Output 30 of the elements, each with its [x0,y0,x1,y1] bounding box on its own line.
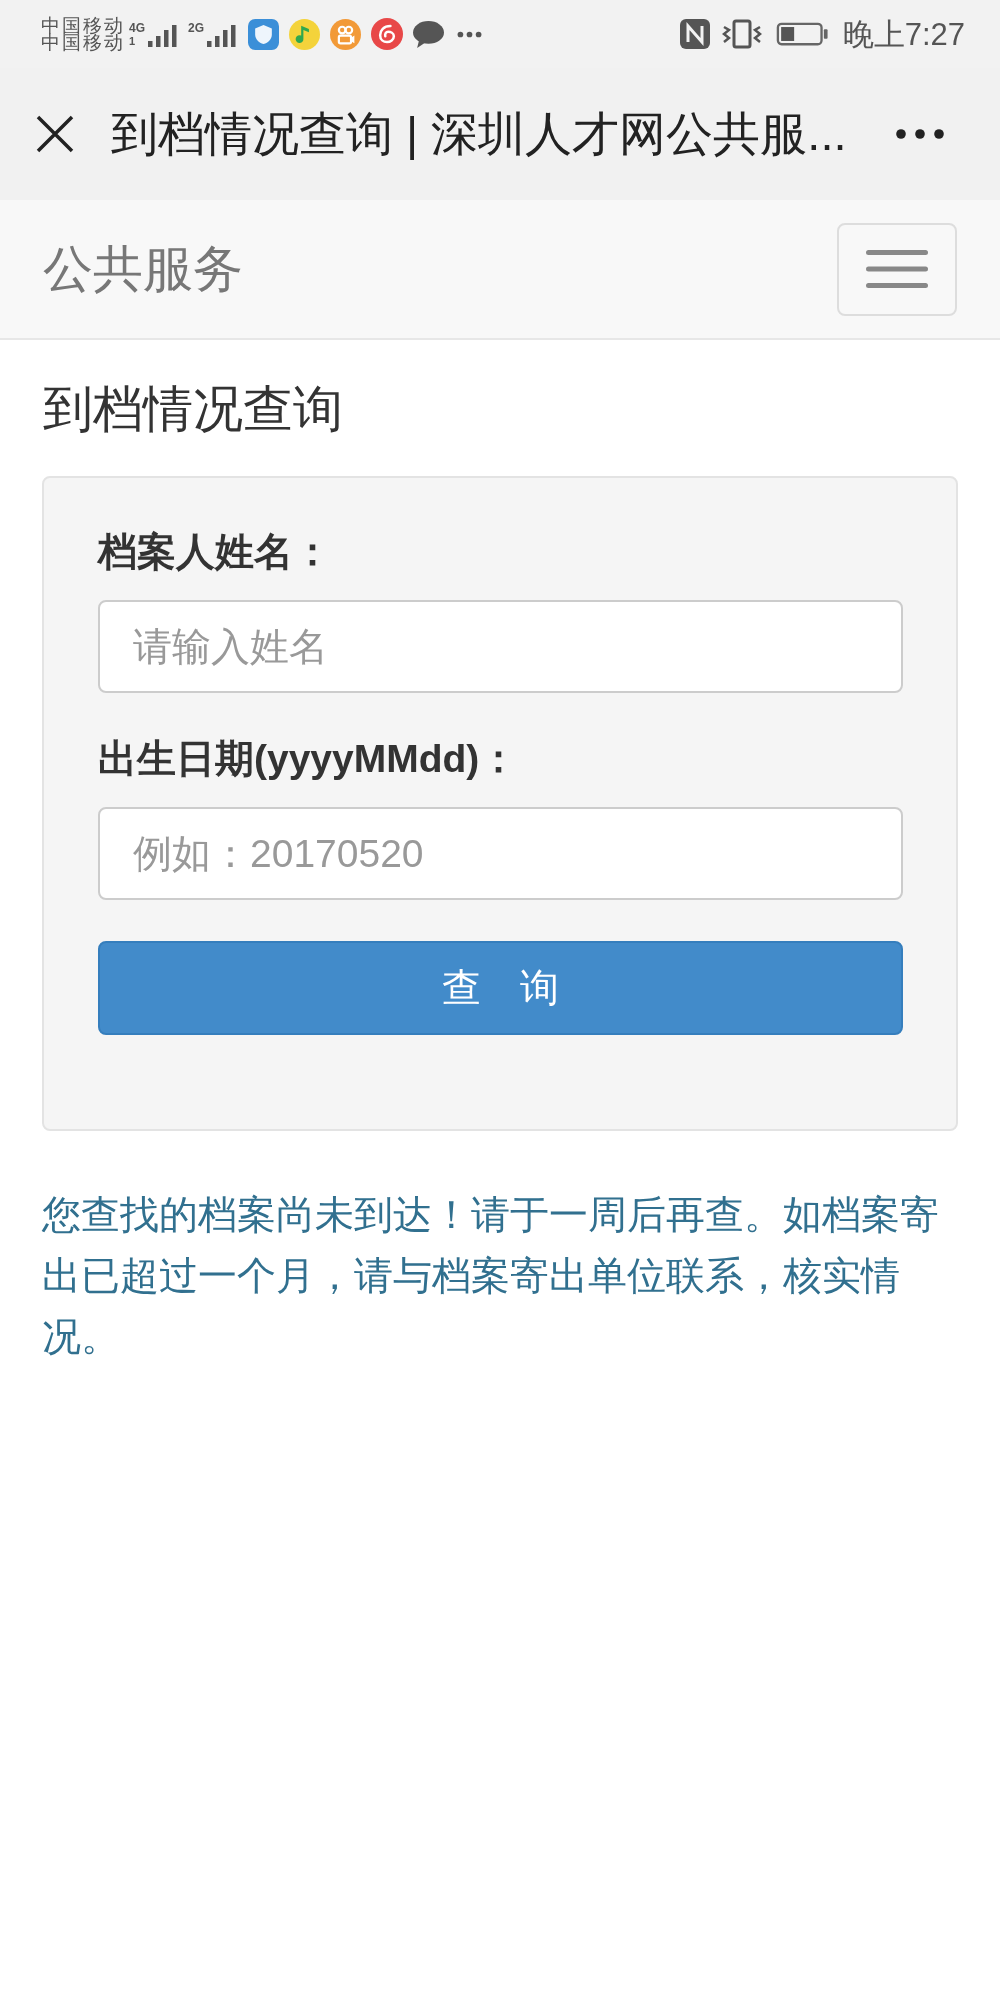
signal-icon [207,24,237,47]
signal-icon [148,24,177,47]
spiral-icon [371,18,404,50]
close-icon [36,115,74,153]
text-input[interactable]: 请输入姓名 [98,600,903,693]
page-heading: 到档情况查询 [43,380,344,439]
sim-number: 1 [129,34,136,47]
query-button[interactable]: 查 询 [98,941,903,1035]
network-type: 4G [129,21,145,35]
shield-icon [248,18,280,50]
carrier-name: 中国移动 [41,17,125,34]
ellipsis-icon [457,30,483,38]
network-type: 2G [188,21,205,35]
menu-button[interactable] [837,222,957,316]
clock-time: 晚上7:27 [842,18,965,50]
text-input[interactable]: 例如：20170520 [98,807,903,900]
carrier-name: 中国移动 [41,34,125,51]
more-icon [896,129,944,139]
menu-icon [866,250,928,288]
vibrate-icon [721,19,762,49]
music-note-icon [289,18,321,50]
result-message: 您查找的档案尚未到达！请于一周后再查。如档案寄出已超过一个月，请与档案寄出单位联系，核实情况。 [42,1192,940,1360]
camera-icon [330,18,362,50]
close-button[interactable] [35,114,75,154]
nfc-icon [679,19,710,49]
field-label: 出生日期(yyyyMMdd)： [98,736,520,782]
chat-bubble-icon [413,20,445,48]
page-title: 到档情况查询 | 深圳人才网公共服... [111,106,847,162]
brand-link[interactable]: 公共服务 [43,239,243,299]
field-label: 档案人姓名： [98,529,333,575]
